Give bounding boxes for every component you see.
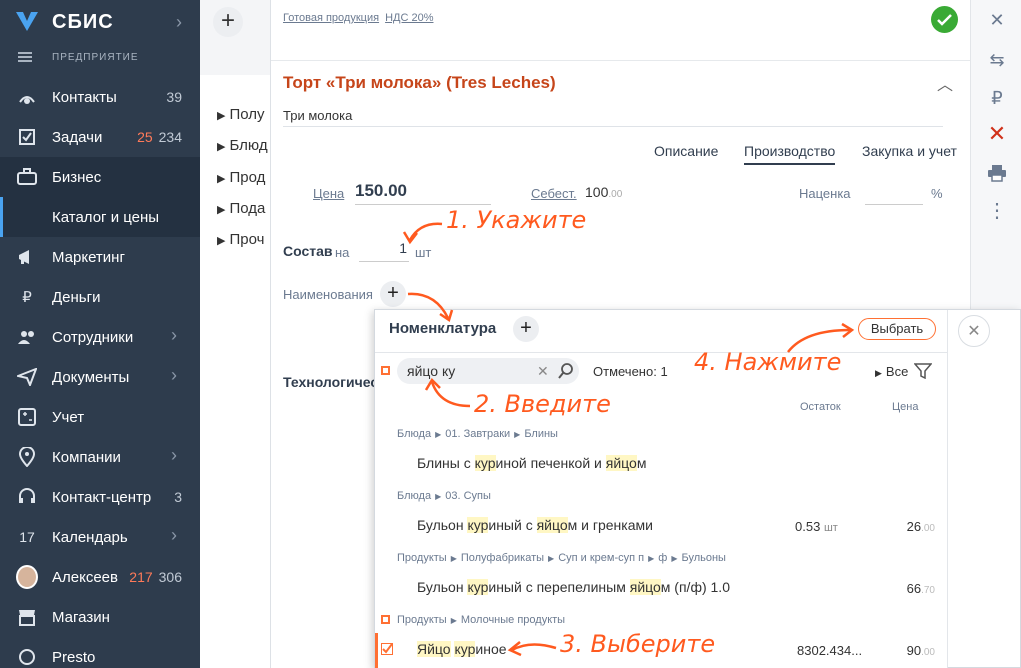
annotation-arrows (402, 222, 855, 657)
annotation-step-3: 3. Выберите (560, 630, 716, 658)
annotation-step-4: 4. Нажмите (694, 348, 842, 376)
annotation-step-2: 2. Введите (474, 390, 611, 418)
annotation-step-1: 1. Укажите (446, 206, 587, 234)
